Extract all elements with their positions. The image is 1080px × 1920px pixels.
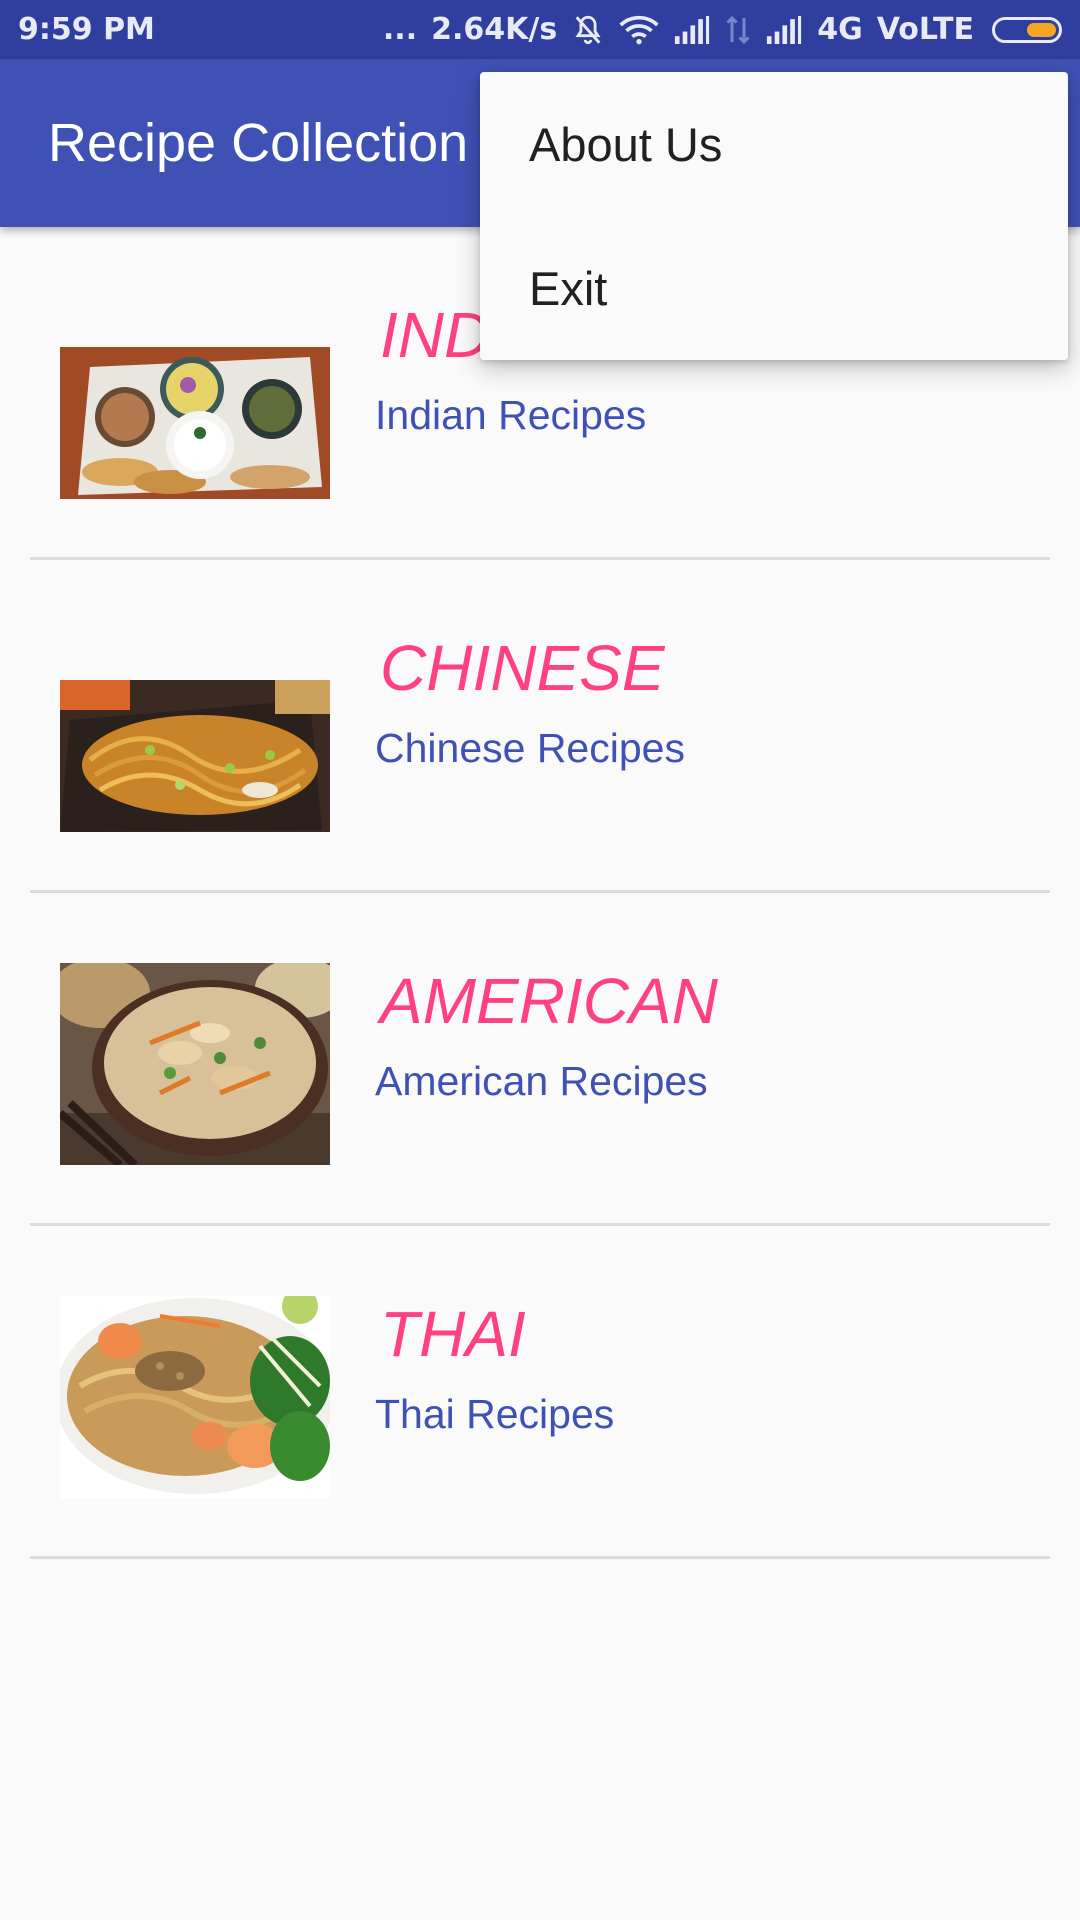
status-time: 9:59 PM xyxy=(18,12,155,47)
list-item-chinese[interactable]: CHINESE Chinese Recipes xyxy=(30,560,1050,893)
network-speed: 2.64K/s xyxy=(431,12,558,47)
menu-item-exit[interactable]: Exit xyxy=(480,216,1068,360)
recipe-subtitle: Chinese Recipes xyxy=(375,725,685,771)
recipe-title: AMERICAN xyxy=(380,965,718,1037)
mute-bell-icon xyxy=(571,13,605,47)
app-screen: 9:59 PM ... 2.64K/s 4G VoLTE Recipe Coll… xyxy=(0,0,1080,1920)
recipe-subtitle: Indian Recipes xyxy=(375,392,647,438)
recipe-list: INDIAN Indian Recipes xyxy=(0,227,1080,1559)
status-dots: ... xyxy=(382,12,418,47)
recipe-subtitle: American Recipes xyxy=(375,1058,708,1104)
chinese-noodles-image xyxy=(60,680,330,832)
recipe-subtitle: Thai Recipes xyxy=(375,1391,615,1437)
signal-icon xyxy=(673,15,711,44)
network-type: 4G xyxy=(817,12,863,47)
battery-icon xyxy=(992,16,1062,43)
list-item-thai[interactable]: THAI Thai Recipes xyxy=(30,1226,1050,1559)
app-title: Recipe Collection xyxy=(48,113,469,173)
thai-padthai-image xyxy=(60,1296,330,1498)
wifi-icon xyxy=(619,14,659,46)
volte-label: VoLTE xyxy=(876,12,974,47)
recipe-title: THAI xyxy=(380,1298,526,1370)
status-bar: 9:59 PM ... 2.64K/s 4G VoLTE xyxy=(0,0,1080,59)
list-item-american[interactable]: AMERICAN American Recipes xyxy=(30,893,1050,1226)
overflow-menu: About Us Exit xyxy=(480,72,1068,360)
american-stirfry-image xyxy=(60,963,330,1165)
indian-thali-image xyxy=(60,347,330,499)
recipe-title: CHINESE xyxy=(380,632,665,704)
signal-icon xyxy=(765,15,803,44)
battery-level xyxy=(1027,22,1056,37)
data-arrows-icon xyxy=(725,15,751,45)
menu-item-about-us[interactable]: About Us xyxy=(480,72,1068,216)
